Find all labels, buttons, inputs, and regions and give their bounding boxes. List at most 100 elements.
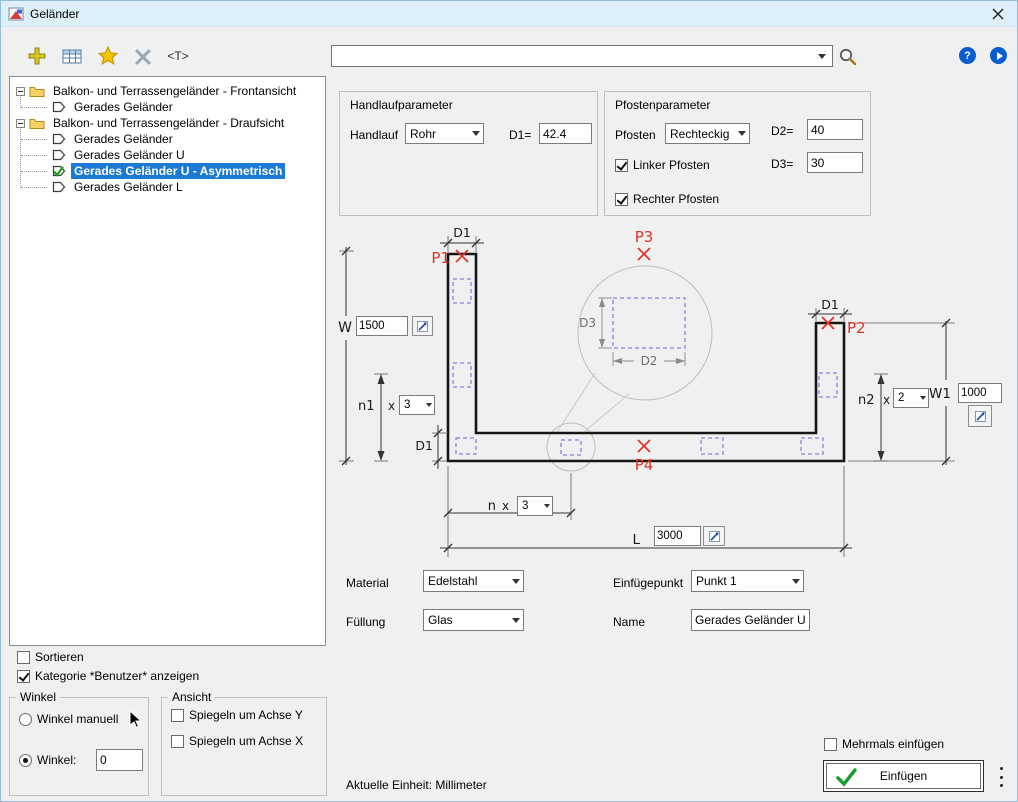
tree-item-gerades-gelaender-u[interactable]: Gerades Geländer U — [10, 147, 325, 163]
winkel-value-label: Winkel: — [37, 753, 76, 767]
tree-expander-icon[interactable] — [16, 87, 25, 96]
railing-preview-drawing: P1 P3 P2 P4 D1 D1 D1 W W1 L n1 x n2 x n … — [334, 226, 1014, 571]
w-pick-button[interactable] — [412, 316, 433, 336]
close-icon — [992, 8, 1004, 20]
close-button[interactable] — [987, 4, 1009, 24]
fuellung-select[interactable]: Glas — [423, 609, 524, 631]
tree-item-label: Gerades Geländer — [71, 99, 176, 115]
t-macro-icon: <T> — [167, 49, 188, 63]
sortieren-row[interactable]: Sortieren — [17, 650, 84, 664]
chevron-down-icon — [472, 131, 480, 136]
play-button[interactable] — [990, 47, 1007, 64]
winkel-manuell-radio[interactable] — [19, 713, 32, 726]
w-input[interactable] — [356, 316, 408, 336]
search-combobox[interactable] — [331, 45, 833, 67]
n2-select[interactable]: 2 — [893, 388, 929, 408]
n1-select[interactable]: 3 — [399, 395, 435, 415]
folder-icon — [29, 85, 45, 97]
spiegeln-y-checkbox[interactable] — [171, 709, 184, 722]
spiegeln-y-row[interactable]: Spiegeln um Achse Y — [171, 708, 303, 722]
d3-input[interactable] — [807, 152, 863, 173]
help-button[interactable]: ? — [959, 47, 976, 64]
handlauf-select-value: Rohr — [410, 127, 436, 141]
delete-x-icon — [134, 48, 152, 66]
w1-dim-label: W1 — [929, 386, 951, 402]
rechter-pfosten-checkbox[interactable] — [615, 193, 628, 206]
pick-from-drawing-icon — [416, 320, 429, 333]
d2-input[interactable] — [807, 119, 863, 140]
linker-pfosten-checkbox[interactable] — [615, 159, 628, 172]
rechter-pfosten-row[interactable]: Rechter Pfosten — [615, 192, 719, 206]
more-options-button[interactable] — [993, 765, 1009, 789]
x-label: x — [502, 499, 509, 513]
d1-label: D1= — [509, 128, 531, 142]
p1-label: P1 — [431, 249, 450, 267]
material-select-value: Edelstahl — [428, 574, 477, 588]
w1-input[interactable] — [958, 383, 1002, 403]
d1-input[interactable] — [539, 123, 592, 144]
tree-item-label: Gerades Geländer L — [71, 179, 186, 195]
kategorie-row[interactable]: Kategorie *Benutzer* anzeigen — [17, 669, 199, 683]
w1-pick-button[interactable] — [968, 405, 992, 427]
sortieren-checkbox[interactable] — [17, 651, 30, 664]
tree-item-folder-draufsicht[interactable]: Balkon- und Terrassengeländer - Draufsic… — [10, 115, 325, 131]
text-macro-button[interactable]: <T> — [161, 43, 195, 69]
spiegeln-x-checkbox[interactable] — [171, 735, 184, 748]
insertion-point-labels: P1 P3 P2 P4 — [431, 228, 865, 474]
einfuegepunkt-select[interactable]: Punkt 1 — [691, 570, 804, 592]
mehrmals-checkbox[interactable] — [824, 738, 837, 751]
spiegeln-x-row[interactable]: Spiegeln um Achse X — [171, 734, 303, 748]
symbol-icon — [52, 149, 66, 161]
list-view-button[interactable] — [59, 44, 85, 70]
tree-item-label: Gerades Geländer U — [71, 147, 188, 163]
material-select[interactable]: Edelstahl — [423, 570, 524, 592]
l-pick-button[interactable] — [703, 526, 725, 546]
linker-pfosten-row[interactable]: Linker Pfosten — [615, 158, 710, 172]
n1-select-value: 3 — [404, 399, 410, 411]
n1-dim-label: n1 — [358, 399, 375, 414]
fuellung-label: Füllung — [346, 615, 385, 629]
tree-item-gerades-gelaender-u-asymmetrisch[interactable]: Gerades Geländer U - Asymmetrisch — [10, 163, 325, 179]
chevron-down-icon[interactable] — [818, 54, 826, 59]
p2-label: P2 — [847, 319, 866, 337]
symbol-icon — [52, 133, 66, 145]
delete-button[interactable] — [130, 44, 156, 70]
kategorie-label: Kategorie *Benutzer* anzeigen — [35, 669, 199, 683]
name-input[interactable] — [691, 609, 810, 631]
mehrmals-row[interactable]: Mehrmals einfügen — [824, 737, 944, 751]
add-button[interactable] — [24, 43, 50, 69]
n-select[interactable]: 3 — [517, 496, 553, 516]
d2-label: D2= — [771, 124, 793, 138]
tree-item-gerades-gelaender-1[interactable]: Gerades Geländer — [10, 99, 325, 115]
favorites-button[interactable] — [95, 43, 121, 69]
search-button[interactable] — [835, 44, 861, 70]
help-icon: ? — [964, 50, 971, 62]
tree-item-gerades-gelaender-2[interactable]: Gerades Geländer — [10, 131, 325, 147]
search-input[interactable] — [332, 47, 818, 65]
winkel-input[interactable] — [96, 749, 143, 771]
handlauf-select[interactable]: Rohr — [405, 123, 484, 144]
chevron-down-icon — [544, 504, 550, 508]
kategorie-checkbox[interactable] — [17, 670, 30, 683]
current-unit-text: Aktuelle Einheit: Millimeter — [346, 778, 487, 792]
tree-item-gerades-gelaender-l[interactable]: Gerades Geländer L — [10, 179, 325, 195]
catalog-tree: Balkon- und Terrassengeländer - Frontans… — [9, 76, 326, 646]
tree-item-folder-frontansicht[interactable]: Balkon- und Terrassengeländer - Frontans… — [10, 83, 325, 99]
winkel-manuell-label: Winkel manuell — [37, 712, 118, 726]
tree-expander-icon[interactable] — [16, 119, 25, 128]
search-icon — [838, 47, 858, 67]
d1-top-right-label: D1 — [821, 297, 839, 312]
play-icon — [997, 52, 1003, 60]
star-icon — [98, 46, 118, 66]
ansicht-group-title: Ansicht — [168, 690, 215, 704]
winkel-row[interactable]: Winkel: — [19, 753, 76, 767]
pfosten-group-title: Pfostenparameter — [615, 98, 710, 112]
pfosten-groupbox: Pfostenparameter Pfosten Rechteckig D2= … — [604, 91, 871, 216]
n2-select-value: 2 — [898, 392, 904, 404]
l-input[interactable] — [654, 526, 701, 546]
winkel-radio[interactable] — [19, 754, 32, 767]
winkel-manuell-row[interactable]: Winkel manuell — [19, 712, 118, 726]
mehrmals-label: Mehrmals einfügen — [842, 737, 944, 751]
einfuegen-button[interactable]: Einfügen — [823, 760, 984, 792]
pfosten-select[interactable]: Rechteckig — [665, 123, 750, 144]
